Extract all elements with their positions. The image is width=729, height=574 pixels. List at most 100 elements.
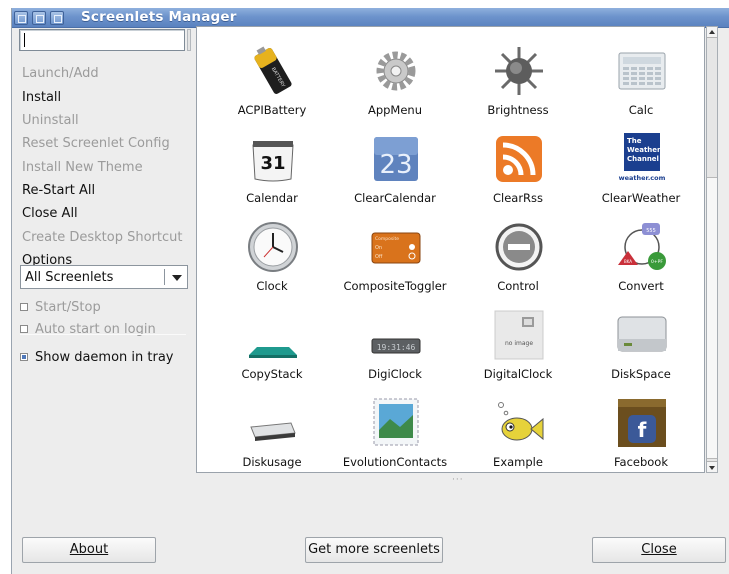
stack-icon: [247, 309, 299, 361]
svg-text:Channel: Channel: [627, 155, 659, 163]
svg-text:f: f: [638, 418, 647, 442]
svg-text:23: 23: [379, 150, 412, 180]
screenlet-label: Clock: [256, 279, 288, 293]
close-button[interactable]: Close: [592, 537, 726, 563]
menu-item-install[interactable]: Install: [22, 90, 61, 105]
svg-text:Off: Off: [375, 254, 383, 260]
screenlet-copystack[interactable]: CopyStack: [207, 305, 337, 393]
screenlet-label: EvolutionContacts: [342, 455, 448, 469]
minimize-icon[interactable]: [32, 11, 46, 25]
screenlet-label: DigitalClock: [483, 367, 553, 381]
screenlet-clearrss[interactable]: ClearRss: [453, 129, 583, 217]
checkbox-icon[interactable]: [20, 352, 28, 361]
fish-icon: [493, 397, 545, 449]
checkbox-label: Start/Stop: [35, 300, 101, 315]
menu-item-create-desktop-shortcut[interactable]: Create Desktop Shortcut: [22, 230, 182, 245]
screenlet-label: AppMenu: [367, 103, 423, 117]
screenlet-brightness[interactable]: Brightness: [453, 41, 583, 129]
search-input[interactable]: [19, 29, 185, 51]
svg-text:The: The: [627, 137, 642, 145]
hard-drive-icon: [616, 309, 668, 361]
toggle-icon: Composite On Off: [370, 221, 422, 273]
svg-text:31: 31: [260, 153, 285, 174]
clock-icon: [247, 221, 299, 273]
screenlet-label: ClearCalendar: [354, 191, 436, 205]
svg-text:weather.com: weather.com: [619, 174, 666, 182]
resize-grip[interactable]: ···: [452, 475, 464, 485]
checkbox-icon[interactable]: [20, 302, 28, 311]
screenlet-diskspace[interactable]: DiskSpace: [576, 305, 706, 393]
screenlet-label: Brightness: [487, 103, 549, 117]
menu-item-install-new-theme[interactable]: Install New Theme: [22, 160, 143, 175]
checkbox-label: Show daemon in tray: [35, 350, 174, 365]
about-button[interactable]: About: [22, 537, 156, 563]
screenlet-acpibattery[interactable]: BATTERY ACPIBattery: [207, 41, 337, 129]
digital-display-icon: 19:31:46: [370, 309, 422, 361]
screenlet-control[interactable]: Control: [453, 217, 583, 305]
svg-text:19:31:46: 19:31:46: [377, 343, 416, 352]
screenlet-convert[interactable]: 555 BKA 0+PF Convert: [576, 217, 706, 305]
gear-icon: [370, 45, 422, 97]
svg-text:On: On: [375, 245, 382, 251]
screenlet-compositetoggler[interactable]: Composite On Off CompositeToggler: [330, 217, 460, 305]
screenlet-digitalclock[interactable]: no image DigitalClock: [453, 305, 583, 393]
checkbox-start-stop[interactable]: Start/Stop: [20, 300, 101, 315]
screenlet-clock[interactable]: Clock: [207, 217, 337, 305]
screenlet-calc[interactable]: Calc: [576, 41, 706, 129]
rss-icon: [493, 133, 545, 185]
menu-item-launch-add[interactable]: Launch/Add: [22, 66, 99, 81]
screenlet-evolutioncontacts[interactable]: EvolutionContacts: [330, 393, 460, 481]
chevron-down-icon[interactable]: [172, 275, 182, 281]
menu-item-close-all[interactable]: Close All: [22, 206, 78, 221]
scrollbar-thumb[interactable]: [707, 177, 717, 459]
battery-icon: BATTERY: [247, 45, 299, 97]
screenlet-appmenu[interactable]: AppMenu: [330, 41, 460, 129]
checkbox-show-daemon-in-tray[interactable]: Show daemon in tray: [20, 350, 174, 365]
filter-dropdown-value: All Screenlets: [25, 270, 114, 285]
screenlet-label: ClearRss: [492, 191, 544, 205]
menu-item-uninstall[interactable]: Uninstall: [22, 113, 79, 128]
filter-dropdown[interactable]: All Screenlets: [20, 265, 188, 289]
screenlet-digiclock[interactable]: 19:31:46 DigiClock: [330, 305, 460, 393]
svg-text:Weather: Weather: [627, 146, 661, 154]
maximize-icon[interactable]: [50, 11, 64, 25]
postage-stamp-icon: [370, 397, 422, 449]
checkbox-icon[interactable]: [20, 324, 28, 333]
stop-icon: [493, 221, 545, 273]
screenlet-clearcalendar[interactable]: 23 ClearCalendar: [330, 129, 460, 217]
facebook-icon: f: [616, 397, 668, 449]
screenlet-grid: BATTERY ACPIBattery AppMenu Brightness Calc 3…: [196, 26, 705, 473]
weather-channel-icon: The Weather Channel weather.com: [616, 133, 668, 185]
get-more-screenlets-button[interactable]: Get more screenlets: [305, 537, 443, 563]
screenlet-diskusage[interactable]: Diskusage: [207, 393, 337, 481]
screenlet-label: Control: [497, 279, 539, 293]
scroll-down-icon[interactable]: [707, 461, 717, 472]
menu-item-reset-screenlet-config[interactable]: Reset Screenlet Config: [22, 136, 170, 151]
menu-item-re-start-all[interactable]: Re-Start All: [22, 183, 95, 198]
screenlet-calendar[interactable]: 31 Calendar: [207, 129, 337, 217]
screenlet-label: DiskSpace: [611, 367, 671, 381]
screenlet-example[interactable]: Example: [453, 393, 583, 481]
grid-scrollbar[interactable]: [706, 26, 718, 473]
svg-text:no image: no image: [505, 340, 533, 347]
screenlet-label: Calendar: [246, 191, 298, 205]
scroll-up-icon[interactable]: [707, 27, 717, 38]
titlebar: Screenlets Manager: [12, 8, 729, 28]
window-menu-icon[interactable]: [14, 11, 28, 25]
screenlet-label: Diskusage: [242, 455, 302, 469]
screenlet-label: Calc: [628, 103, 654, 117]
search-scroll-handle[interactable]: [187, 29, 191, 51]
disk-icon: [247, 397, 299, 449]
no-image-icon: no image: [493, 309, 545, 361]
screenlet-clearweather[interactable]: The Weather Channel weather.com ClearWeather: [576, 129, 706, 217]
svg-text:0+PF: 0+PF: [651, 259, 663, 265]
window-title: Screenlets Manager: [81, 9, 237, 25]
screenlet-label: Example: [493, 455, 543, 469]
convert-icon: 555 BKA 0+PF: [616, 221, 668, 273]
screenlet-label: CompositeToggler: [343, 279, 447, 293]
calendar-icon: 31: [247, 133, 299, 185]
screenlet-facebook[interactable]: f Facebook: [576, 393, 706, 481]
screenlet-label: DigiClock: [368, 367, 422, 381]
divider: [20, 334, 186, 335]
calculator-icon: [616, 45, 668, 97]
